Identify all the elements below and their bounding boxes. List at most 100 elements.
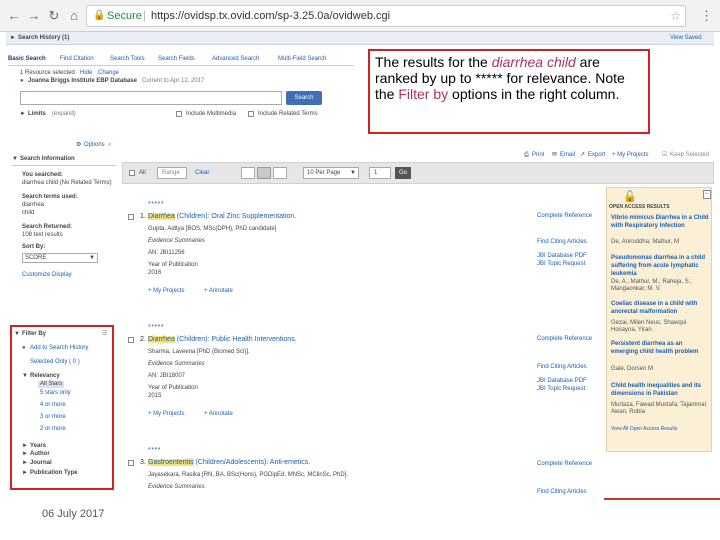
jbi-pdf-link[interactable]: JBI Database PDF (537, 253, 587, 260)
database-name[interactable]: Joanna Briggs Institute EBP Database (28, 78, 137, 85)
limits-icon[interactable]: ► (20, 111, 26, 118)
complete-reference-link[interactable]: Complete Reference (537, 336, 592, 343)
result-title[interactable]: Gastroenteritis (Children/Adolescents): … (148, 459, 310, 467)
filter-all-stars[interactable]: All Stars (38, 381, 65, 388)
result-checkbox[interactable] (128, 337, 134, 343)
result-an: AN: JBI11256 (148, 250, 185, 256)
forward-icon[interactable]: → (26, 8, 42, 24)
back-icon[interactable]: ← (6, 8, 22, 24)
reload-icon[interactable]: ↻ (46, 8, 62, 24)
tab-multi-field-search[interactable]: Multi-Field Search (278, 56, 326, 63)
tab-find-citation[interactable]: Find Citation (60, 56, 94, 63)
limits-expand[interactable]: (expand) (52, 111, 76, 118)
find-citing-link[interactable]: Find Citing Articles (537, 489, 587, 496)
panel-minimize-icon[interactable]: − (703, 190, 711, 199)
my-projects-link[interactable]: + My Projects (148, 288, 185, 295)
home-icon[interactable]: ⌂ (66, 8, 82, 24)
result-title[interactable]: Diarrhea (Children): Public Health Inter… (148, 336, 297, 344)
sort-by-select[interactable]: SCORE ▼ (22, 253, 98, 263)
page-input[interactable]: 1 (369, 167, 391, 179)
clear-link[interactable]: Clear (195, 170, 209, 177)
hide-link[interactable]: Hide (80, 70, 92, 77)
relevancy-label[interactable]: Relevancy (30, 373, 60, 380)
open-access-item-title[interactable]: Pseudomonas diarrhea in a child sufferin… (611, 254, 709, 278)
years-expand-icon[interactable]: ► (22, 443, 28, 450)
tab-search-tools[interactable]: Search Tools (110, 56, 145, 63)
export-icon[interactable]: ↗ (580, 152, 585, 159)
view-citation-icon[interactable] (257, 167, 271, 179)
pubtype-expand-icon[interactable]: ► (22, 470, 28, 477)
jbi-topic-link[interactable]: JBI Topic Request (537, 261, 585, 268)
view-saved-link[interactable]: View Saved (670, 35, 702, 42)
open-access-item-title[interactable]: Coeliac disease in a child with anorecta… (611, 300, 709, 316)
include-multimedia-checkbox[interactable] (176, 111, 182, 117)
search-history-label[interactable]: Search History (1) (18, 35, 69, 42)
tab-search-fields[interactable]: Search Fields (158, 56, 195, 63)
result-title[interactable]: Diarrhea (Children): Oral Zinc Supplemen… (148, 213, 296, 221)
tab-basic-search[interactable]: Basic Search (8, 56, 46, 63)
find-citing-link[interactable]: Find Citing Articles (537, 364, 587, 371)
options-link[interactable]: Options (84, 142, 105, 149)
search-information-header[interactable]: ▼ Search Information (12, 154, 116, 166)
open-access-item-title[interactable]: Vibrio mimicus Diarrhea in a Child with … (611, 214, 709, 230)
tab-advanced-search[interactable]: Advanced Search (212, 56, 259, 63)
result-checkbox[interactable] (128, 214, 134, 220)
email-link[interactable]: Email (560, 152, 575, 159)
export-link[interactable]: Export (588, 152, 605, 159)
open-access-item-title[interactable]: Child health inequalities and its dimens… (611, 382, 709, 398)
my-projects-link[interactable]: + My Projects (148, 411, 185, 418)
print-icon[interactable]: ⎙ (524, 152, 529, 159)
filter-journal[interactable]: Journal (30, 460, 52, 467)
collapse-icon[interactable]: « (108, 142, 111, 149)
filter-2-or-more[interactable]: 2 or more (40, 426, 66, 433)
find-citing-link[interactable]: Find Citing Articles (537, 239, 587, 246)
go-button[interactable]: Go (395, 167, 411, 179)
view-title-icon[interactable] (241, 167, 255, 179)
filter-4-or-more[interactable]: 4 or more (40, 402, 66, 409)
include-related-checkbox[interactable] (248, 111, 254, 117)
filter-5-stars[interactable]: 5 stars only (40, 390, 71, 397)
selected-only-link[interactable]: Selected Only ( 0 ) (30, 359, 80, 366)
address-bar[interactable]: 🔒 Secure | https://ovidsp.tx.ovid.com/sp… (86, 5, 686, 27)
print-link[interactable]: Print (532, 152, 544, 159)
filter-publication-type[interactable]: Publication Type (30, 470, 78, 477)
annotate-link[interactable]: + Annotate (204, 288, 233, 295)
complete-reference-link[interactable]: Complete Reference (537, 213, 592, 220)
filter-menu-icon[interactable]: ☰ (102, 331, 107, 338)
open-access-item-title[interactable]: Persistent diarrhea as an emerging child… (611, 340, 709, 356)
expand-icon[interactable]: ► (10, 35, 16, 42)
select-all-checkbox[interactable] (129, 170, 135, 176)
annotate-link[interactable]: + Annotate (204, 411, 233, 418)
author-expand-icon[interactable]: ► (22, 451, 28, 458)
my-projects-link[interactable]: + My Projects (612, 152, 649, 159)
expand-down-icon[interactable]: ▼ (14, 331, 20, 338)
customize-display-link[interactable]: Customize Display (22, 272, 72, 279)
limits-label[interactable]: Limits (28, 111, 46, 118)
per-page-select[interactable]: 10 Per Page ▼ (303, 167, 359, 179)
range-input[interactable]: Range (157, 167, 187, 179)
filter-years[interactable]: Years (30, 443, 46, 450)
jbi-topic-link[interactable]: JBI Topic Request (537, 386, 585, 393)
journal-expand-icon[interactable]: ► (22, 460, 28, 467)
bookmark-star-icon[interactable]: ☆ (670, 9, 681, 23)
filter-by-title[interactable]: Filter By (22, 331, 46, 338)
search-history-bar[interactable]: ► Search History (1) View Saved (6, 32, 714, 45)
add-to-search-history-link[interactable]: Add to Search History (30, 345, 88, 352)
menu-icon[interactable]: ⋮ (700, 8, 713, 24)
filter-3-or-more[interactable]: 3 or more (40, 414, 66, 421)
search-input[interactable] (20, 91, 282, 105)
secure-label: Secure (107, 10, 142, 22)
options-gear-icon[interactable]: ⚙ (76, 142, 81, 149)
view-all-open-access-link[interactable]: View All Open Access Results (611, 426, 709, 433)
email-icon[interactable]: ✉ (552, 152, 557, 159)
view-abstract-icon[interactable] (273, 167, 287, 179)
jbi-pdf-link[interactable]: JBI Database PDF (537, 378, 587, 385)
keep-selected-link[interactable]: Keep Selected (670, 152, 709, 159)
search-button[interactable]: Search (286, 91, 322, 105)
result-checkbox[interactable] (128, 460, 134, 466)
filter-author[interactable]: Author (30, 451, 50, 458)
complete-reference-link[interactable]: Complete Reference (537, 461, 592, 468)
change-link[interactable]: Change (98, 70, 119, 77)
keep-selected-icon[interactable]: ☑ (662, 152, 667, 159)
relevancy-expand-icon[interactable]: ▼ (22, 373, 28, 380)
